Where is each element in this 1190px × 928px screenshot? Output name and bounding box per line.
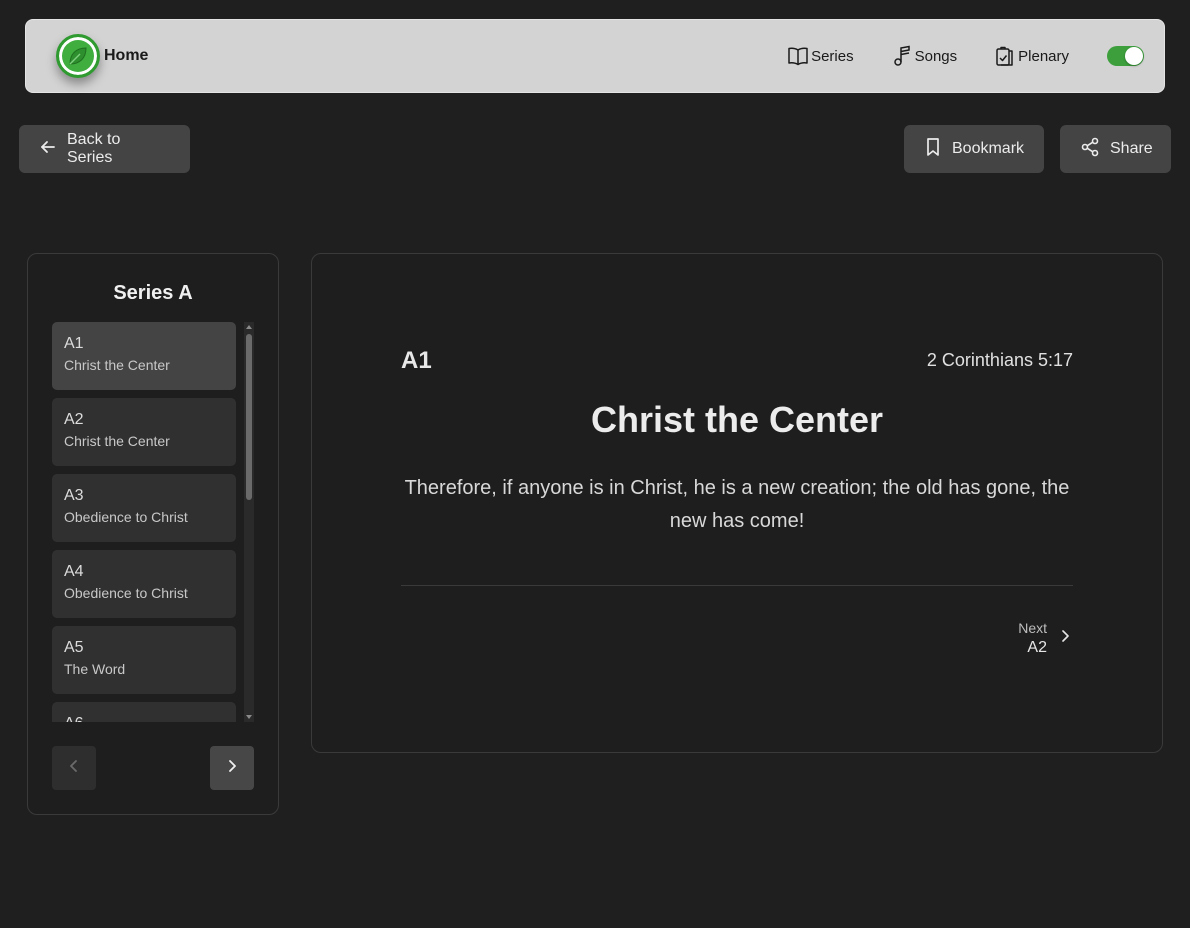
item-title: Obedience to Christ [64,585,188,601]
back-to-series-button[interactable]: Back to Series [19,125,190,173]
chevron-left-icon [66,758,82,779]
music-note-icon [891,45,913,67]
list-item[interactable]: A5 The Word [52,626,236,694]
item-title: Christ the Center [64,433,170,449]
nav-songs-label: Songs [914,47,958,65]
verse-text: Therefore, if anyone is in Christ, he is… [404,477,1070,532]
clipboard-check-icon [994,45,1016,67]
share-icon [1080,137,1100,162]
bookmark-button[interactable]: Bookmark [904,125,1044,173]
leaf-logo-icon [56,34,100,78]
theme-toggle[interactable] [1107,46,1144,66]
item-code: A2 [64,411,84,428]
top-navbar: Home Series Songs Plenary [25,19,1165,93]
item-title: Christ the Center [64,357,170,373]
scripture-reference: 2 Corinthians 5:17 [926,350,1073,370]
nav-plenary-link[interactable]: Plenary [994,45,1069,67]
nav-songs-link[interactable]: Songs [891,45,958,67]
book-open-icon [787,46,809,66]
bookmark-label: Bookmark [952,140,1025,157]
home-link[interactable]: Home [56,34,148,78]
back-to-series-label: Back to Series [67,131,121,166]
scroll-down-arrow-icon[interactable] [246,715,252,719]
chevron-right-icon [1057,628,1073,649]
item-title: Obedience to Christ [64,509,188,525]
next-page-button[interactable] [210,746,254,790]
lesson-card: A1 2 Corinthians 5:17 Christ the Center … [311,253,1163,753]
next-lesson-link[interactable]: Next A2 [1018,620,1073,657]
item-title: The Word [64,661,126,677]
list-item[interactable]: A3 Obedience to Christ [52,474,236,542]
scroll-up-arrow-icon[interactable] [246,325,252,329]
bookmark-icon [924,137,942,162]
item-code: A3 [64,487,84,504]
previous-page-button[interactable] [52,746,96,790]
chevron-right-icon [224,758,240,779]
next-code: A2 [1027,639,1047,656]
nav-series-link[interactable]: Series [787,46,854,66]
nav-plenary-label: Plenary [1018,47,1069,65]
brand-label: Home [104,47,149,64]
next-lesson-text: Next A2 [1018,620,1047,657]
share-button[interactable]: Share [1060,125,1171,173]
scroll-thumb[interactable] [246,334,252,500]
lesson-code: A1 [401,347,432,374]
list-scrollbar[interactable] [244,322,254,722]
item-code: A1 [64,335,84,352]
item-code: A5 [64,639,84,656]
series-sidebar: Series A A1 Christ the Center A2 Christ … [27,253,279,815]
list-item[interactable]: A2 Christ the Center [52,398,236,466]
arrow-left-icon [39,138,57,161]
list-item[interactable]: A6 [52,702,236,722]
card-divider [401,585,1073,586]
list-item[interactable]: A1 Christ the Center [52,322,236,390]
lesson-list: A1 Christ the Center A2 Christ the Cente… [52,322,236,722]
item-code: A6 [64,715,224,722]
lesson-title: Christ the Center [590,399,884,440]
nav-links: Series Songs Plenary [750,45,1144,67]
series-title: Series A [113,282,193,304]
item-code: A4 [64,563,84,580]
list-item[interactable]: A4 Obedience to Christ [52,550,236,618]
share-label: Share [1110,140,1153,157]
nav-series-label: Series [811,47,854,65]
toggle-knob [1125,47,1143,65]
next-label: Next [1018,620,1047,636]
